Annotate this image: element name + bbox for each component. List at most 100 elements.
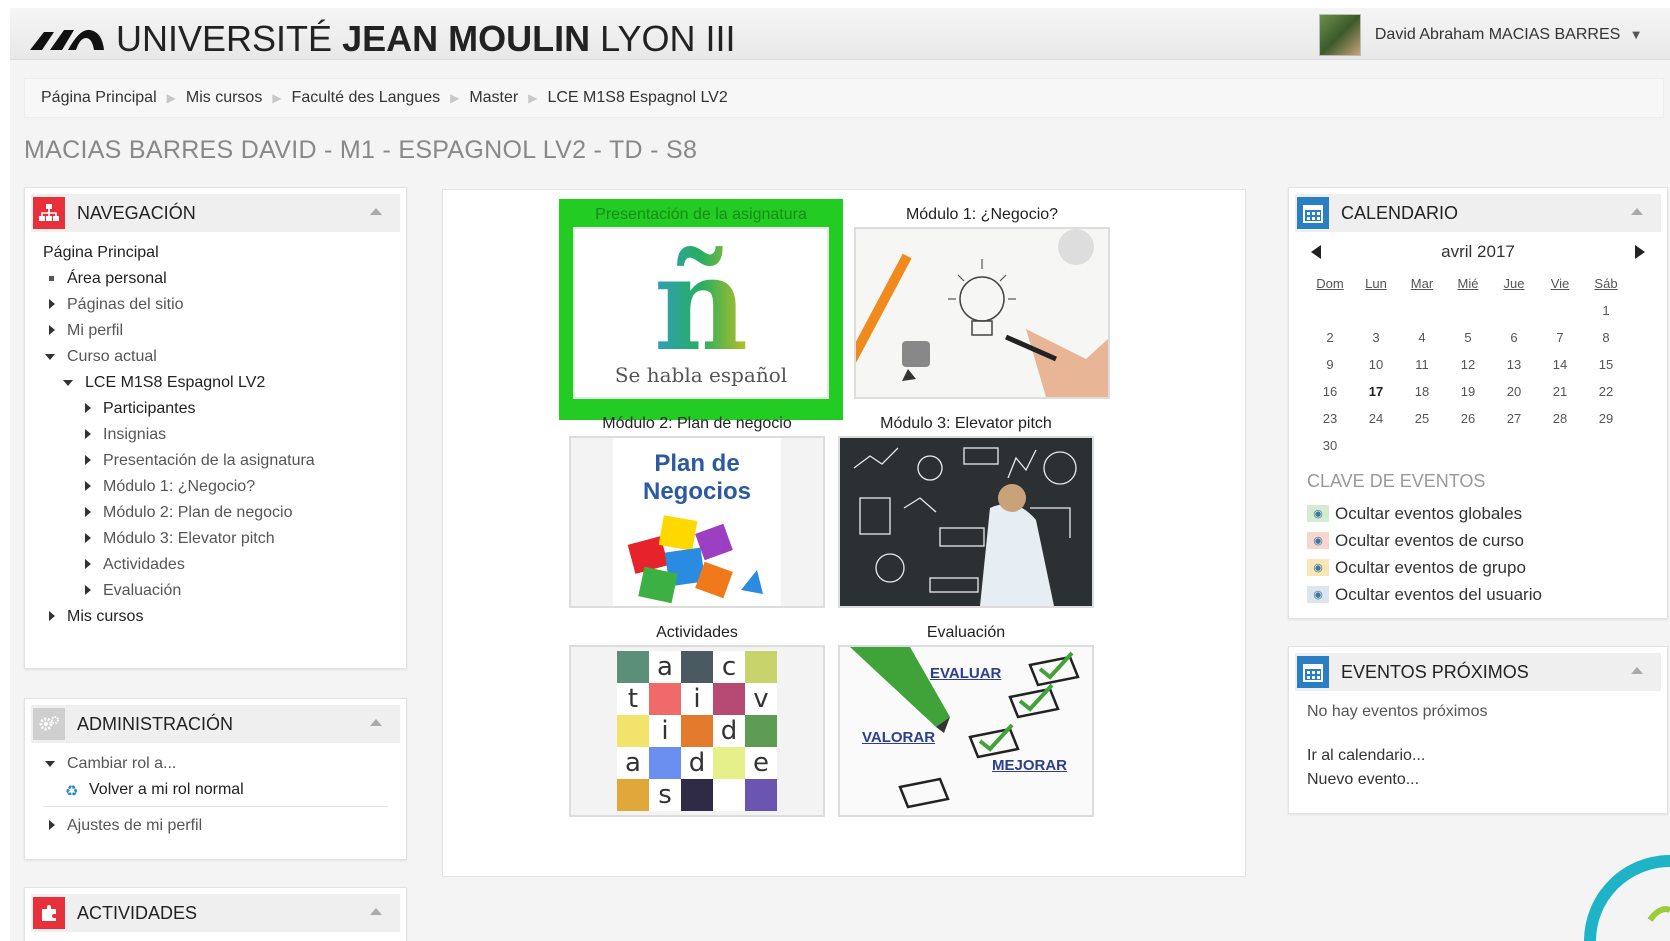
calendar-day[interactable]: 30	[1307, 432, 1353, 459]
nav-item-modulo-1[interactable]: Módulo 1: ¿Negocio?	[43, 474, 406, 500]
tile-modulo-2[interactable]: Módulo 2: Plan de negocio Plan de Negoci…	[563, 412, 831, 629]
calendar-day[interactable]: 12	[1445, 351, 1491, 378]
breadcrumb-item[interactable]: Mis cursos	[186, 89, 262, 107]
admin-item-volver-rol[interactable]: ♻ Volver a mi rol normal	[43, 777, 388, 807]
calendar-day[interactable]: 18	[1399, 378, 1445, 405]
expand-icon[interactable]	[49, 611, 55, 621]
eye-icon[interactable]: ◉	[1307, 586, 1329, 603]
event-key-global[interactable]: ◉ Ocultar eventos globales	[1307, 500, 1667, 527]
event-key-user[interactable]: ◉ Ocultar eventos del usuario	[1307, 581, 1667, 608]
nav-item-evaluacion[interactable]: Evaluación	[43, 578, 406, 604]
calendar-day[interactable]: 24	[1353, 405, 1399, 432]
nav-item-participantes[interactable]: Participantes	[43, 396, 406, 422]
nav-item-modulo-2[interactable]: Módulo 2: Plan de negocio	[43, 500, 406, 526]
university-logo[interactable]: UNIVERSITÉ JEAN MOULIN LYON III	[28, 18, 735, 60]
calendar-day[interactable]: 25	[1399, 405, 1445, 432]
calendar-day[interactable]: 7	[1537, 324, 1583, 351]
goto-calendar-link[interactable]: Ir al calendario...	[1307, 747, 1667, 771]
previous-month-icon[interactable]	[1311, 245, 1321, 259]
calendar-day[interactable]: 4	[1399, 324, 1445, 351]
nav-item-paginas-sitio[interactable]: Páginas del sitio	[43, 292, 406, 318]
calendar-day[interactable]: 19	[1445, 378, 1491, 405]
tile-modulo-3[interactable]: Módulo 3: Elevator pitch	[832, 412, 1100, 629]
calendar-day[interactable]: 3	[1353, 324, 1399, 351]
collapse-caret-icon[interactable]	[1631, 667, 1643, 674]
expand-icon[interactable]	[85, 533, 91, 543]
admin-item-ajustes[interactable]: Ajustes de mi perfil	[43, 813, 406, 839]
nav-item-home[interactable]: Página Principal	[43, 240, 406, 266]
collapse-caret-icon[interactable]	[1631, 208, 1643, 215]
collapse-caret-icon[interactable]	[370, 719, 382, 726]
calendar-day[interactable]: 9	[1307, 351, 1353, 378]
calendar-day[interactable]: 10	[1353, 351, 1399, 378]
navigation-block: NAVEGACIÓN Página Principal Área persona…	[24, 187, 407, 669]
calendar-day[interactable]: 26	[1445, 405, 1491, 432]
nav-item-modulo-3[interactable]: Módulo 3: Elevator pitch	[43, 526, 406, 552]
event-key-group[interactable]: ◉ Ocultar eventos de grupo	[1307, 554, 1667, 581]
expand-icon[interactable]	[85, 455, 91, 465]
calendar-day[interactable]: 27	[1491, 405, 1537, 432]
breadcrumb-item[interactable]: Faculté des Langues	[292, 89, 441, 107]
calendar-day[interactable]: 29	[1583, 405, 1629, 432]
expand-icon[interactable]	[85, 429, 91, 439]
nav-item-actividades[interactable]: Actividades	[43, 552, 406, 578]
eye-icon[interactable]: ◉	[1307, 559, 1329, 576]
calendar-day[interactable]: 5	[1445, 324, 1491, 351]
nav-item-mis-cursos[interactable]: Mis cursos	[43, 604, 406, 630]
calendar-day[interactable]: 28	[1537, 405, 1583, 432]
expand-icon[interactable]	[85, 403, 91, 413]
eye-icon[interactable]: ◉	[1307, 505, 1329, 522]
expand-icon[interactable]	[49, 820, 55, 830]
calendar-day[interactable]: 22	[1583, 378, 1629, 405]
avatar[interactable]	[1318, 14, 1361, 56]
calendar-day[interactable]: 1	[1583, 297, 1629, 324]
collapse-caret-icon[interactable]	[370, 908, 382, 915]
nav-item-insignias[interactable]: Insignias	[43, 422, 406, 448]
event-key-course[interactable]: ◉ Ocultar eventos de curso	[1307, 527, 1667, 554]
calendar-day[interactable]: 23	[1307, 405, 1353, 432]
nav-item-curso-actual[interactable]: Curso actual	[43, 344, 406, 370]
calendar-day-header: Sáb	[1594, 276, 1618, 291]
calendar-day[interactable]: 15	[1583, 351, 1629, 378]
admin-item-cambiar-rol[interactable]: Cambiar rol a...	[43, 751, 406, 777]
breadcrumb-item[interactable]: Página Principal	[41, 89, 157, 107]
collapse-icon[interactable]	[45, 761, 55, 767]
tile-evaluacion[interactable]: Evaluación EVALUAR VALORAR MEJORAR	[832, 621, 1100, 838]
calendar-day[interactable]: 13	[1491, 351, 1537, 378]
breadcrumb-item[interactable]: Master	[469, 89, 518, 107]
new-event-link[interactable]: Nuevo evento...	[1307, 771, 1667, 795]
nav-item-mi-perfil[interactable]: Mi perfil	[43, 318, 406, 344]
user-name[interactable]: David Abraham MACIAS BARRES	[1375, 26, 1620, 44]
help-widget-icon[interactable]	[1580, 850, 1670, 941]
nav-item-area-personal[interactable]: Área personal	[43, 266, 406, 292]
collapse-icon[interactable]	[45, 354, 55, 360]
expand-icon[interactable]	[85, 585, 91, 595]
calendar-day[interactable]: 2	[1307, 324, 1353, 351]
expand-icon[interactable]	[85, 559, 91, 569]
nav-item-course[interactable]: LCE M1S8 Espagnol LV2	[43, 370, 406, 396]
expand-icon[interactable]	[49, 299, 55, 309]
calendar-day-header: Mar	[1410, 276, 1434, 291]
collapse-caret-icon[interactable]	[370, 208, 382, 215]
chevron-down-icon[interactable]: ▼	[1632, 30, 1640, 41]
calendar-day[interactable]: 6	[1491, 324, 1537, 351]
calendar-day[interactable]: 16	[1307, 378, 1353, 405]
eye-icon[interactable]: ◉	[1307, 532, 1329, 549]
nav-item-presentacion[interactable]: Presentación de la asignatura	[43, 448, 406, 474]
tile-modulo-1[interactable]: Módulo 1: ¿Negocio?	[848, 203, 1116, 420]
calendar-day[interactable]: 20	[1491, 378, 1537, 405]
calendar-day[interactable]: 21	[1537, 378, 1583, 405]
calendar-day[interactable]: 11	[1399, 351, 1445, 378]
calendar-day[interactable]: 14	[1537, 351, 1583, 378]
collapse-icon[interactable]	[63, 380, 73, 386]
calendar-day[interactable]: 17	[1353, 378, 1399, 405]
tile-actividades[interactable]: Actividades a c t i v i d a d e s	[563, 621, 831, 838]
user-menu[interactable]: David Abraham MACIAS BARRES ▼	[1318, 14, 1640, 56]
expand-icon[interactable]	[85, 481, 91, 491]
breadcrumb-item[interactable]: LCE M1S8 Espagnol LV2	[547, 89, 727, 107]
tile-presentacion[interactable]: Presentación de la asignatura ñ Se habla…	[559, 199, 843, 420]
expand-icon[interactable]	[85, 507, 91, 517]
calendar-day[interactable]: 8	[1583, 324, 1629, 351]
next-month-icon[interactable]	[1635, 245, 1645, 259]
expand-icon[interactable]	[49, 325, 55, 335]
